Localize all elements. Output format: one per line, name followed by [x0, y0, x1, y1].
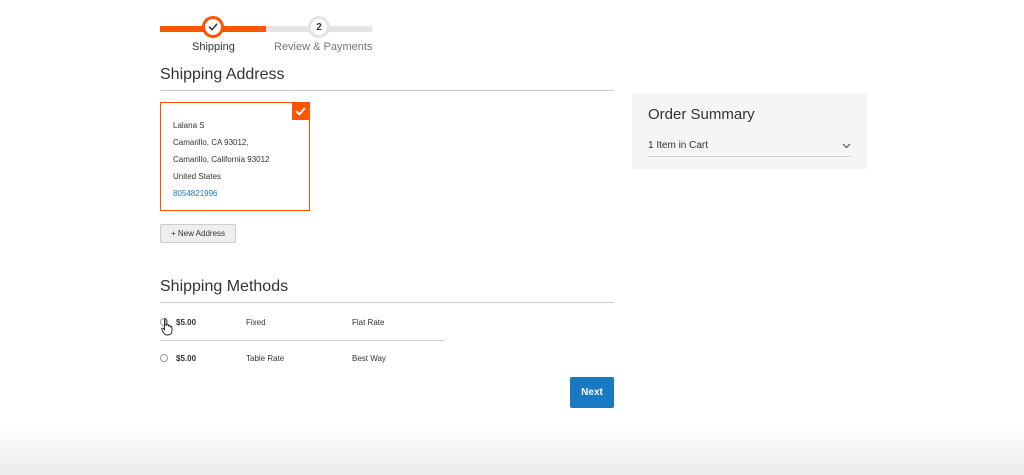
mouse-cursor-icon: [161, 318, 173, 336]
chevron-down-icon: [842, 143, 851, 148]
shipping-method-name: Table Rate: [246, 354, 285, 363]
shipping-methods-heading: Shipping Methods: [160, 278, 614, 303]
shipping-method-price: $5.00: [176, 318, 197, 327]
bottom-shadow: [0, 425, 1024, 475]
new-address-button[interactable]: + New Address: [160, 224, 236, 243]
step-number: 2: [316, 21, 322, 33]
items-in-cart-toggle[interactable]: 1 Item in Cart: [648, 135, 851, 157]
step-review-indicator[interactable]: 2: [308, 16, 330, 38]
step-shipping-label[interactable]: Shipping: [192, 41, 235, 53]
next-button[interactable]: Next: [570, 377, 614, 408]
address-country: United States: [173, 172, 222, 181]
items-in-cart-label: 1 Item in Cart: [648, 140, 709, 151]
address-phone-link[interactable]: 8054821996: [173, 185, 309, 202]
selected-address-card[interactable]: Lalana S Camarillo, CA 93012, Camarillo,…: [160, 102, 310, 211]
address-line-2: Camarillo, California 93012: [173, 155, 270, 164]
checkout-progress-bar: 2 Shipping Review & Payments: [160, 14, 375, 58]
shipping-method-name: Fixed: [246, 318, 266, 327]
address-line-1: Camarillo, CA 93012,: [173, 138, 249, 147]
method-row-divider: [160, 340, 445, 341]
order-summary-title: Order Summary: [648, 106, 755, 123]
step-review-label[interactable]: Review & Payments: [274, 41, 372, 53]
address-name: Lalana S: [173, 121, 205, 130]
shipping-method-row[interactable]: $5.00 Fixed Flat Rate: [160, 313, 445, 333]
selected-check-badge: [292, 103, 309, 120]
step-shipping-indicator[interactable]: [202, 16, 224, 38]
checkmark-icon: [208, 23, 218, 31]
shipping-carrier-name: Flat Rate: [352, 318, 385, 327]
shipping-method-row[interactable]: $5.00 Table Rate Best Way: [160, 349, 445, 369]
shipping-carrier-name: Best Way: [352, 354, 386, 363]
shipping-method-radio[interactable]: [160, 354, 168, 362]
shipping-address-heading: Shipping Address: [160, 66, 614, 91]
shipping-method-price: $5.00: [176, 354, 197, 363]
checkmark-icon: [295, 107, 306, 116]
order-summary-panel: Order Summary 1 Item in Cart: [632, 93, 867, 169]
